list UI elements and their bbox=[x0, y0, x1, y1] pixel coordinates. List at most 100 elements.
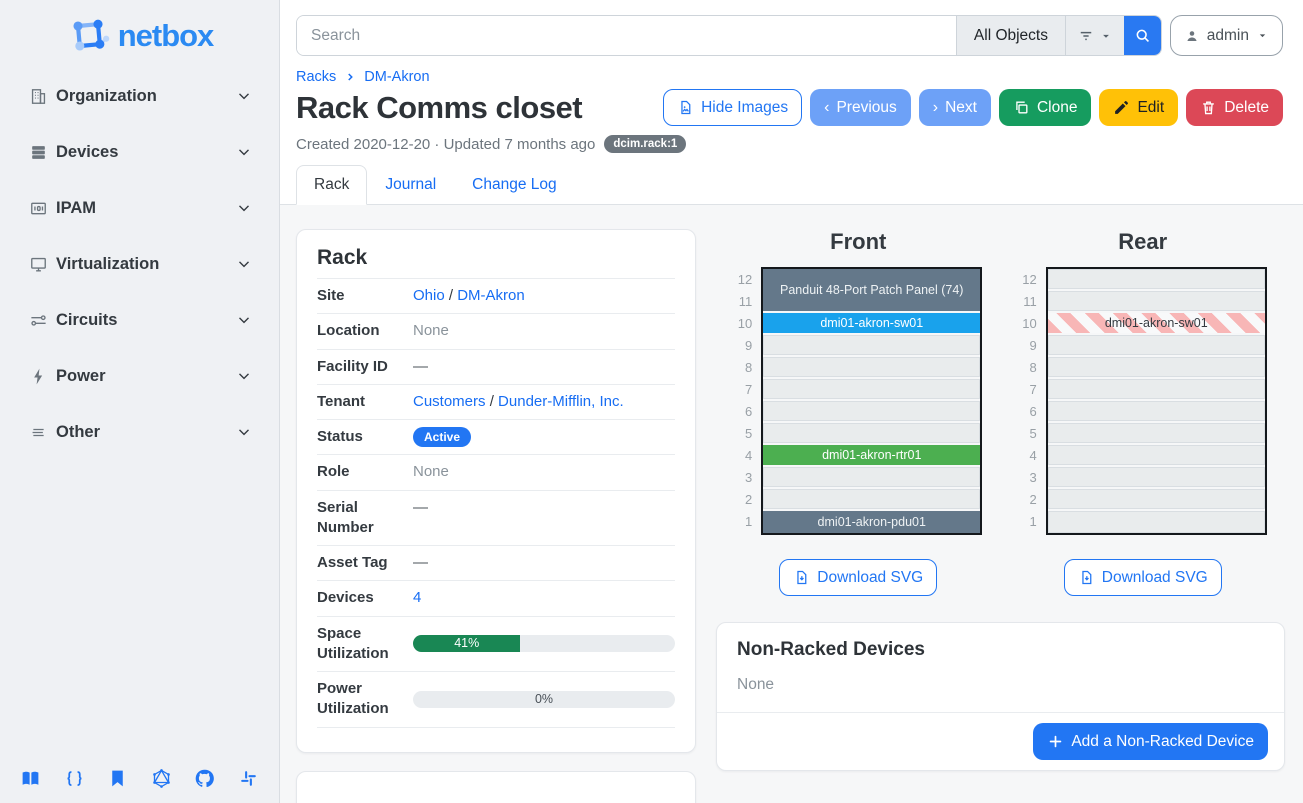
devices-count-link[interactable]: 4 bbox=[413, 589, 421, 606]
rack-slot-empty[interactable] bbox=[1048, 511, 1265, 533]
chevron-down-icon bbox=[235, 311, 253, 329]
sidebar-footer-links bbox=[0, 768, 279, 789]
unit-number: 5 bbox=[1019, 423, 1037, 445]
search-input[interactable] bbox=[297, 16, 956, 55]
netbox-logo[interactable]: netbox bbox=[0, 12, 279, 60]
tab-journal[interactable]: Journal bbox=[367, 165, 454, 205]
site-group-link[interactable]: Ohio bbox=[413, 287, 445, 304]
monitor-icon bbox=[29, 255, 48, 274]
rack-slot-empty[interactable] bbox=[1048, 489, 1265, 511]
rack-device-front[interactable]: Panduit 48-Port Patch Panel (74) bbox=[763, 269, 980, 313]
person-icon bbox=[1184, 28, 1200, 44]
search-submit-button[interactable] bbox=[1124, 16, 1161, 55]
lines-icon bbox=[29, 423, 48, 442]
user-menu-button[interactable]: admin bbox=[1170, 15, 1283, 56]
add-non-racked-device-button[interactable]: Add a Non-Racked Device bbox=[1033, 723, 1268, 760]
sidebar: netbox Organization Devices IPAM Virtualiza… bbox=[0, 0, 280, 803]
book-docs-icon[interactable] bbox=[20, 768, 41, 789]
rack-slot-empty[interactable] bbox=[763, 467, 980, 489]
unit-number: 2 bbox=[734, 489, 752, 511]
sidebar-item-circuits[interactable]: Circuits bbox=[0, 303, 279, 337]
elevation-front-title: Front bbox=[830, 229, 886, 255]
search-filter-button[interactable] bbox=[1065, 16, 1124, 55]
tenant-link[interactable]: Dunder-Mifflin, Inc. bbox=[498, 393, 624, 410]
breadcrumb-chevron-icon bbox=[344, 71, 356, 83]
rack-panel: Rack Site Ohio / DM-Akron Location bbox=[296, 229, 696, 753]
rack-slot-empty[interactable] bbox=[1048, 467, 1265, 489]
status-badge[interactable]: Active bbox=[413, 427, 471, 447]
edit-button[interactable]: Edit bbox=[1099, 89, 1178, 126]
tenant-group-link[interactable]: Customers bbox=[413, 393, 486, 410]
object-id-badge: dcim.rack:1 bbox=[604, 135, 686, 153]
clone-button[interactable]: Clone bbox=[999, 89, 1092, 126]
attr-row-asset-tag: Asset Tag — bbox=[317, 545, 675, 580]
rack-device-front[interactable]: dmi01-akron-sw01 bbox=[763, 313, 980, 335]
breadcrumb-link[interactable]: Racks bbox=[296, 69, 336, 85]
rear-download-svg-button[interactable]: Download SVG bbox=[1064, 559, 1222, 596]
github-icon[interactable] bbox=[194, 768, 215, 789]
sidebar-item-devices[interactable]: Devices bbox=[0, 135, 279, 169]
rack-slot-empty[interactable] bbox=[1048, 291, 1265, 313]
tab-rack[interactable]: Rack bbox=[296, 165, 367, 205]
slack-icon[interactable] bbox=[238, 768, 259, 789]
rack-slot-empty[interactable] bbox=[1048, 445, 1265, 467]
rack-slot-empty[interactable] bbox=[763, 489, 980, 511]
rack-slot-empty[interactable] bbox=[1048, 269, 1265, 291]
rack-slot-empty[interactable] bbox=[1048, 401, 1265, 423]
hide-images-button[interactable]: Hide Images bbox=[663, 89, 802, 126]
unit-number: 5 bbox=[734, 423, 752, 445]
chevron-right-icon: › bbox=[933, 100, 938, 116]
netbox-logo-text: netbox bbox=[118, 18, 214, 54]
sidebar-item-organization[interactable]: Organization bbox=[0, 79, 279, 113]
front-download-svg-button[interactable]: Download SVG bbox=[779, 559, 937, 596]
non-racked-devices-empty: None bbox=[737, 676, 1264, 694]
rack-device-rear[interactable]: dmi01-akron-sw01 bbox=[1048, 313, 1265, 335]
next-button[interactable]: › Next bbox=[919, 89, 991, 126]
space-utilization-bar: 41% bbox=[413, 635, 675, 652]
unit-number: 2 bbox=[1019, 489, 1037, 511]
sidebar-item-other[interactable]: Other bbox=[0, 415, 279, 449]
rack-slot-empty[interactable] bbox=[1048, 335, 1265, 357]
image-file-icon bbox=[677, 99, 694, 116]
tab-change-log[interactable]: Change Log bbox=[454, 165, 574, 205]
rack-device-front[interactable]: dmi01-akron-pdu01 bbox=[763, 511, 980, 533]
rack-slot-empty[interactable] bbox=[763, 423, 980, 445]
sidebar-item-ipam[interactable]: IPAM bbox=[0, 191, 279, 225]
rack-slot-empty[interactable] bbox=[763, 357, 980, 379]
circuit-nodes-icon bbox=[29, 311, 48, 330]
sidebar-item-label: Other bbox=[56, 423, 235, 442]
rack-slot-empty[interactable] bbox=[763, 401, 980, 423]
delete-button[interactable]: Delete bbox=[1186, 89, 1283, 126]
attr-row-tenant: Tenant Customers / Dunder-Mifflin, Inc. bbox=[317, 384, 675, 419]
attr-row-role: Role None bbox=[317, 454, 675, 489]
caret-down-icon bbox=[1256, 29, 1269, 42]
unit-number: 10 bbox=[734, 313, 752, 335]
rack-slot-empty[interactable] bbox=[1048, 423, 1265, 445]
bookmark-icon[interactable] bbox=[107, 768, 128, 789]
attr-row-space-utilization: Space Utilization 41% bbox=[317, 616, 675, 672]
rack-panel-title: Rack bbox=[317, 246, 675, 270]
rack-slot-empty[interactable] bbox=[763, 379, 980, 401]
sidebar-item-power[interactable]: Power bbox=[0, 359, 279, 393]
attr-row-devices: Devices 4 bbox=[317, 580, 675, 615]
rear-rack-frame: dmi01-akron-sw01 bbox=[1046, 267, 1267, 535]
topbar: All Objects admin bbox=[280, 0, 1303, 56]
sidebar-item-virtualization[interactable]: Virtualization bbox=[0, 247, 279, 281]
rack-slot-empty[interactable] bbox=[1048, 357, 1265, 379]
previous-button[interactable]: ‹ Previous bbox=[810, 89, 911, 126]
search-icon bbox=[1133, 26, 1152, 45]
sidebar-item-label: Organization bbox=[56, 87, 235, 106]
graphql-icon[interactable] bbox=[151, 768, 172, 789]
search-scope-button[interactable]: All Objects bbox=[956, 16, 1065, 55]
code-braces-icon[interactable] bbox=[64, 768, 85, 789]
building-icon bbox=[29, 87, 48, 106]
site-link[interactable]: DM-Akron bbox=[457, 287, 525, 304]
page-title: Rack Comms closet bbox=[296, 90, 582, 126]
breadcrumb-link[interactable]: DM-Akron bbox=[364, 69, 429, 85]
rack-slot-empty[interactable] bbox=[763, 335, 980, 357]
rack-slot-empty[interactable] bbox=[1048, 379, 1265, 401]
created-updated-text: Created 2020-12-20 · Updated 7 months ag… bbox=[296, 136, 595, 153]
rack-device-front[interactable]: dmi01-akron-rtr01 bbox=[763, 445, 980, 467]
chevron-down-icon bbox=[235, 143, 253, 161]
chevron-down-icon bbox=[235, 255, 253, 273]
